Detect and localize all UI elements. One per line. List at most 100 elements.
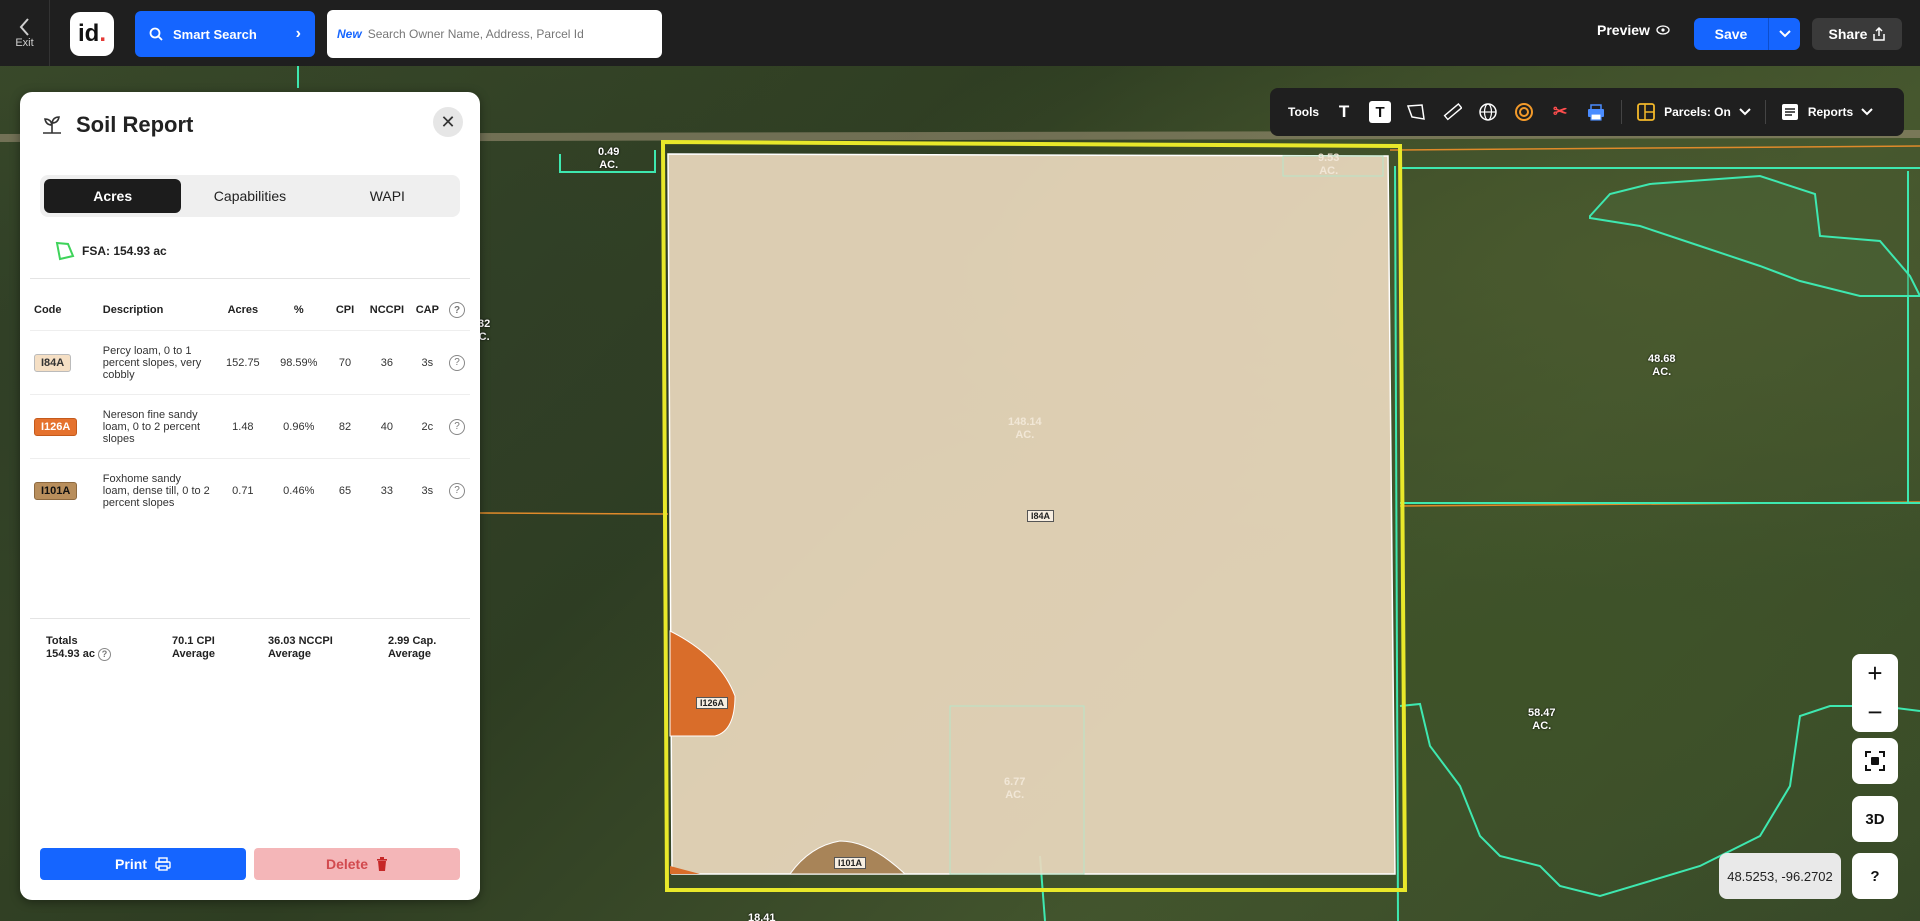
ruler-icon[interactable] xyxy=(1441,101,1463,123)
code-cell: I101A xyxy=(30,458,99,523)
eye-icon xyxy=(1656,25,1670,35)
panel-title: Soil Report xyxy=(76,112,194,137)
delete-button[interactable]: Delete xyxy=(254,848,460,880)
tab-wapi[interactable]: WAPI xyxy=(319,179,456,213)
help-button[interactable]: ? xyxy=(1852,853,1898,899)
search-field[interactable]: New xyxy=(327,10,662,58)
fsa-polygon-icon xyxy=(55,241,75,261)
parcels-icon xyxy=(1637,103,1656,121)
description-cell: Foxhome sandy loam, dense till, 0 to 2 p… xyxy=(98,458,215,523)
totals-nccpi-sub: Average xyxy=(268,648,312,660)
code-cell: I84A xyxy=(30,330,99,395)
help-icon[interactable]: ? xyxy=(449,302,466,318)
app-logo[interactable]: id. xyxy=(70,12,114,56)
acre-label: 6.77 AC. xyxy=(1004,776,1026,801)
help-icon[interactable]: ? xyxy=(449,482,466,499)
percent-cell: 0.96% xyxy=(270,394,327,459)
cpi-cell: 70 xyxy=(326,330,364,395)
tab-capabilities[interactable]: Capabilities xyxy=(181,179,318,213)
description-cell: Percy loam, 0 to 1 percent slopes, very … xyxy=(98,330,215,395)
exit-label: Exit xyxy=(15,37,34,49)
print-button[interactable]: Print xyxy=(40,848,246,880)
printer-icon xyxy=(155,857,171,871)
chevron-down-icon[interactable] xyxy=(1768,18,1800,50)
reports-dropdown[interactable]: Reports xyxy=(1780,102,1873,122)
cpi-cell: 65 xyxy=(326,458,364,523)
search-input[interactable] xyxy=(367,27,652,41)
column-header-percent: % xyxy=(293,304,304,316)
exit-button[interactable]: Exit xyxy=(0,0,50,66)
help-icon[interactable]: ? xyxy=(449,418,466,435)
parcel-outline xyxy=(1399,702,1920,898)
soil-table: Code Description Acres % CPI NCCPI CAP ?… xyxy=(30,288,470,523)
parcels-label: Parcels: On xyxy=(1664,105,1731,119)
soil-tag[interactable]: I126A xyxy=(696,697,729,709)
table-row[interactable]: I84A Percy loam, 0 to 1 percent slopes, … xyxy=(30,330,470,395)
acre-label: 18.41 xyxy=(748,912,776,921)
table-row[interactable]: I126A Nereson fine sandy loam, 0 to 2 pe… xyxy=(30,394,470,459)
column-header-acres: Acres xyxy=(227,304,259,316)
preview-button[interactable]: Preview xyxy=(1597,22,1670,38)
tab-acres[interactable]: Acres xyxy=(44,179,182,213)
buffer-icon[interactable] xyxy=(1513,101,1535,123)
divider xyxy=(30,278,470,279)
preview-label: Preview xyxy=(1597,22,1650,38)
locate-button[interactable] xyxy=(1852,738,1898,784)
totals-cpi-sub: Average xyxy=(172,648,216,660)
table-header-row: Code Description Acres % CPI NCCPI CAP ? xyxy=(30,288,470,331)
acre-label: 0.49 AC. xyxy=(598,146,620,171)
acres-cell: 1.48 xyxy=(214,394,271,459)
help-icon[interactable]: ? xyxy=(449,354,466,371)
zoom-in-button[interactable]: + xyxy=(1867,658,1882,689)
acre-label: 148.14 AC. xyxy=(1008,416,1042,441)
polygon-icon[interactable] xyxy=(1405,101,1427,123)
smart-search-button[interactable]: Smart Search › xyxy=(135,11,315,57)
acres-cell: 152.75 xyxy=(214,330,271,395)
close-icon[interactable]: ✕ xyxy=(433,107,463,137)
reports-label: Reports xyxy=(1807,105,1854,119)
cap-cell: 2c xyxy=(410,394,445,459)
totals-acres: Totals 154.93 ac ? xyxy=(30,635,172,661)
text-icon[interactable]: T xyxy=(1333,101,1355,123)
print-label: Print xyxy=(115,856,147,872)
totals-cap-value: 2.99 Cap. xyxy=(388,635,437,647)
tools-bar: Tools T T ✂ Parcels: On Reports xyxy=(1270,88,1904,136)
soil-tag[interactable]: I101A xyxy=(834,857,867,869)
reports-icon xyxy=(1781,104,1798,120)
zoom-out-button[interactable]: − xyxy=(1867,697,1882,728)
description-cell: Nereson fine sandy loam, 0 to 2 percent … xyxy=(98,394,215,459)
fsa-summary: FSA: 154.93 ac xyxy=(54,240,167,262)
cap-cell: 3s xyxy=(410,458,445,523)
nccpi-cell: 36 xyxy=(363,330,411,395)
help-icon[interactable]: ? xyxy=(98,648,111,661)
coordinates-display: 48.5253, -96.2702 xyxy=(1719,853,1841,899)
column-header-code: Code xyxy=(34,304,62,316)
parcel-outline xyxy=(1394,165,1399,921)
save-label: Save xyxy=(1714,26,1748,42)
nccpi-cell: 40 xyxy=(363,394,411,459)
totals-nccpi-value: 36.03 NCCPI xyxy=(268,635,333,647)
save-button[interactable]: Save xyxy=(1694,18,1800,50)
parcels-toggle[interactable]: Parcels: On xyxy=(1636,102,1751,122)
chevron-left-icon xyxy=(19,18,29,36)
soil-report-panel: Soil Report ✕ Acres Capabilities WAPI FS… xyxy=(20,92,480,900)
trash-icon xyxy=(377,857,388,871)
code-cell: I126A xyxy=(30,394,99,459)
share-label: Share xyxy=(1828,26,1868,42)
printer-icon[interactable] xyxy=(1585,101,1607,123)
3d-button[interactable]: 3D xyxy=(1852,796,1898,842)
soil-tag[interactable]: I84A xyxy=(1027,510,1055,522)
globe-icon[interactable] xyxy=(1477,101,1499,123)
tools-divider xyxy=(1621,100,1623,124)
share-button[interactable]: Share xyxy=(1812,18,1902,50)
road-line-orange xyxy=(1389,145,1920,151)
totals-row: Totals 154.93 ac ? 70.1 CPI Average 36.0… xyxy=(30,618,470,661)
focus-icon xyxy=(1865,751,1885,771)
search-icon xyxy=(149,27,163,41)
tools-divider xyxy=(1764,100,1766,124)
text-box-icon[interactable]: T xyxy=(1369,101,1392,123)
table-row[interactable]: I101A Foxhome sandy loam, dense till, 0 … xyxy=(30,458,470,523)
totals-cpi-value: 70.1 CPI xyxy=(172,635,215,647)
scissors-icon[interactable]: ✂ xyxy=(1549,101,1571,123)
fsa-label: FSA: 154.93 ac xyxy=(82,244,167,258)
